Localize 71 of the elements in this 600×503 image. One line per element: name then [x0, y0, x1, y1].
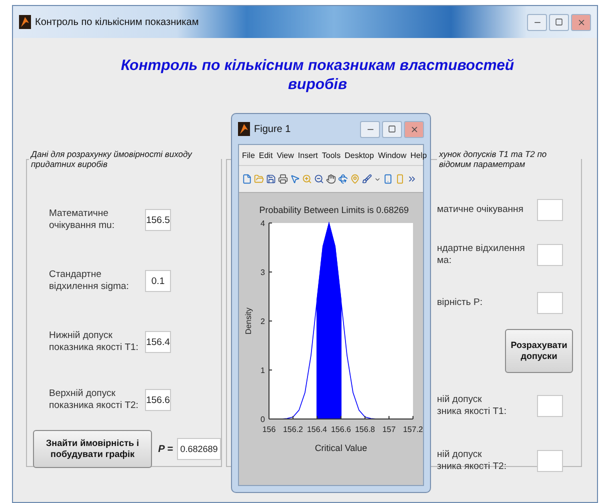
maximize-icon: [388, 125, 396, 133]
panel-title: Дані для розрахунку ймовірності виходу придатних виробів: [29, 149, 194, 169]
field-label: Нижній допуск показника якості T1:: [49, 330, 140, 354]
logo-icon: [238, 122, 250, 136]
calculate-button[interactable]: Знайти ймовірність і побудувати графік: [33, 430, 152, 468]
close-icon: [576, 18, 586, 26]
menu-item[interactable]: Window: [378, 150, 406, 160]
tick-label: 4: [260, 219, 265, 228]
maximize-button[interactable]: [382, 120, 402, 138]
close-button[interactable]: [571, 14, 591, 30]
field-label: вірність P:: [437, 297, 484, 309]
menu-item[interactable]: Desktop: [344, 150, 374, 160]
tick-label: 2: [260, 317, 265, 326]
tick-label: 156.6: [330, 425, 352, 434]
tick-label: 156.2: [282, 425, 304, 434]
menu-item[interactable]: Edit: [258, 150, 273, 160]
tick-label: 156.8: [354, 425, 376, 434]
brush-icon[interactable]: [362, 174, 372, 184]
rotate-icon[interactable]: [338, 174, 348, 184]
input-field[interactable]: 0.1: [145, 270, 171, 292]
field-label: матичне очікування: [437, 204, 524, 216]
calculate-tolerances-button[interactable]: Розрахувати допуски: [505, 329, 573, 373]
menu-item[interactable]: Insert: [298, 150, 318, 160]
pointer-icon[interactable]: [290, 174, 300, 184]
caret-icon[interactable]: [374, 176, 381, 182]
phone-icon[interactable]: [383, 174, 393, 184]
printer-icon[interactable]: [278, 174, 288, 184]
menu-item[interactable]: File: [242, 150, 255, 160]
y-axis-label: Density: [244, 308, 253, 334]
tick-label: 156.4: [306, 425, 328, 434]
input-field[interactable]: 156.6: [145, 389, 171, 411]
close-button[interactable]: [404, 120, 424, 138]
input-field[interactable]: [537, 292, 563, 314]
tick-label: 0: [260, 415, 265, 424]
input-field[interactable]: [537, 395, 563, 417]
chevrons-right-icon[interactable]: [407, 174, 417, 184]
menu-item[interactable]: Tools: [322, 150, 341, 160]
save-icon[interactable]: [266, 174, 276, 184]
close-icon: [410, 124, 418, 134]
input-field[interactable]: [537, 244, 563, 266]
input-field[interactable]: 156.5: [145, 209, 171, 231]
tick-label: 157: [382, 425, 396, 434]
maximize-icon: [555, 18, 563, 26]
tick-label: 156: [262, 425, 276, 434]
menu-item[interactable]: View: [276, 150, 294, 160]
input-field[interactable]: [537, 199, 563, 221]
logo-icon: [19, 15, 31, 29]
panel-title: хунок допусків T1 та T2 по відомим параметрам: [438, 149, 548, 169]
chart-title: Probability Between Limits is 0.68269: [259, 205, 409, 215]
menu-item[interactable]: Help: [410, 150, 427, 160]
field-label: Математичне очікування mu:: [49, 208, 116, 232]
field-label: Верхній допуск показника якості T2:: [49, 388, 140, 412]
maximize-button[interactable]: [549, 14, 569, 30]
tick-label: 157.2: [402, 425, 423, 434]
figure-title: Figure 1: [254, 124, 292, 134]
zoom-out-icon[interactable]: [314, 174, 324, 184]
tick-label: 1: [260, 366, 265, 375]
result-label: P =: [158, 444, 173, 454]
hand-icon[interactable]: [326, 174, 336, 184]
field-label: ній допуск зника якості T1:: [437, 394, 508, 418]
field-label: ндартне відхилення ма:: [437, 243, 526, 267]
field-label: ній допуск зника якості T2:: [437, 449, 508, 473]
input-field[interactable]: [537, 450, 563, 472]
result-field[interactable]: 0.682689: [177, 438, 221, 460]
tick-label: 3: [260, 268, 265, 277]
field-label: Стандартне відхилення sigma:: [49, 269, 130, 293]
window-title: Контроль по кількісним показникам: [35, 16, 200, 28]
page-heading: Контроль по кількісним показникам властивостей виробів: [120, 56, 516, 94]
input-field[interactable]: 156.4: [145, 331, 171, 353]
new-file-icon[interactable]: [242, 174, 252, 184]
x-axis-label: Critical Value: [314, 443, 368, 453]
